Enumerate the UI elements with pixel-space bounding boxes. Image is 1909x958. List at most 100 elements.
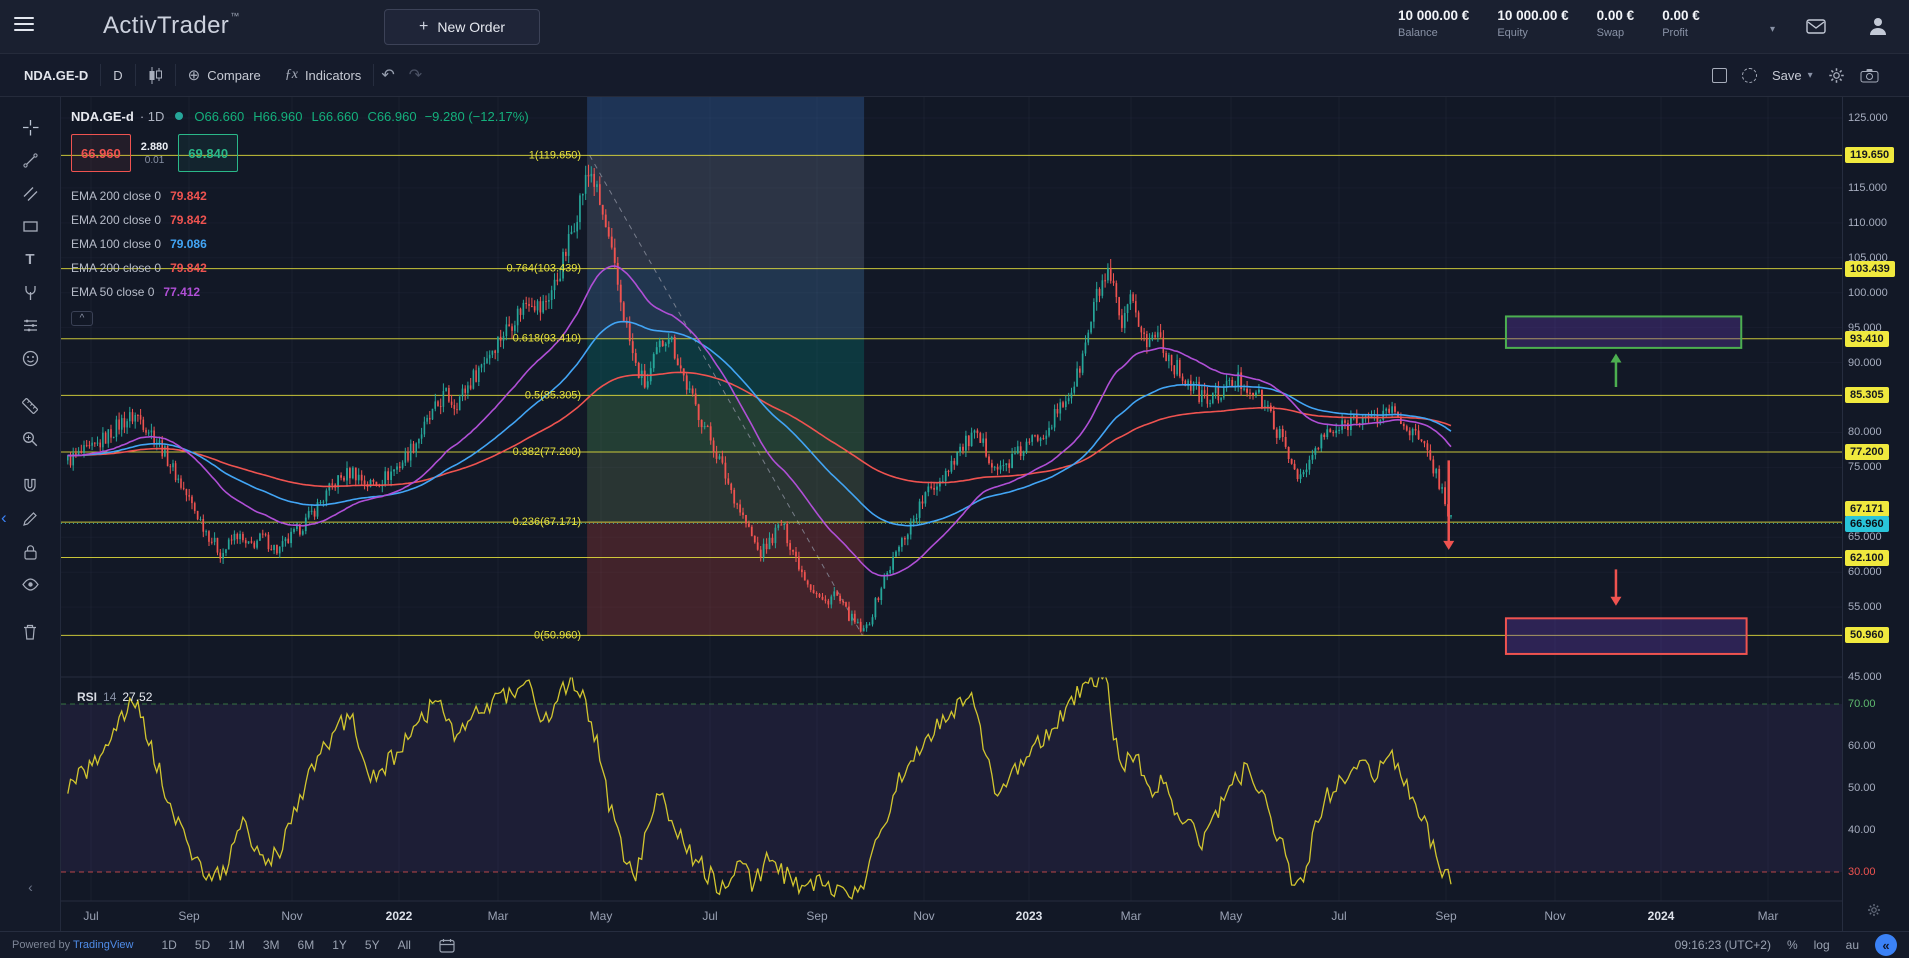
- price-axis-label: 93.410: [1845, 331, 1889, 347]
- range-5y[interactable]: 5Y: [357, 936, 388, 954]
- undo-icon[interactable]: ↶: [374, 65, 401, 85]
- panel-expand-icon[interactable]: «: [1875, 934, 1897, 956]
- pencil-icon: [22, 511, 38, 527]
- remove-drawings-tool[interactable]: [10, 615, 50, 648]
- balance-label: Balance: [1398, 27, 1469, 39]
- emoji-tool[interactable]: [10, 342, 50, 375]
- lock-drawings-tool[interactable]: [10, 535, 50, 568]
- range-1d[interactable]: 1D: [154, 936, 185, 954]
- crosshair-icon: [22, 119, 39, 136]
- parallel-channel-tool[interactable]: [10, 177, 50, 210]
- price-axis-label: 80.000: [1848, 424, 1882, 440]
- open-value: O66.660: [194, 109, 244, 124]
- indicators-button[interactable]: ƒx Indicators: [273, 61, 374, 89]
- new-order-button[interactable]: + New Order: [384, 9, 540, 45]
- panel-collapse-chevron-icon[interactable]: ‹: [1, 508, 7, 528]
- tradingview-link[interactable]: TradingView: [73, 939, 134, 951]
- indicator-row[interactable]: EMA 100 close 0 79.086: [71, 232, 529, 256]
- swap-group: 0.00 € Swap: [1597, 8, 1635, 39]
- magnet-tool[interactable]: [10, 469, 50, 502]
- price-levels-tool[interactable]: [10, 309, 50, 342]
- camera-snapshot-icon[interactable]: [1860, 68, 1879, 83]
- symbol-search-button[interactable]: NDA.GE-D: [12, 61, 100, 89]
- parallel-channel-icon: [22, 185, 39, 202]
- indicator-row[interactable]: EMA 50 close 0 77.412: [71, 280, 529, 304]
- timeframe-button[interactable]: D: [101, 61, 134, 89]
- measure-tool[interactable]: [10, 389, 50, 422]
- time-axis-label: Sep: [178, 909, 200, 923]
- buy-price-button[interactable]: 69.840: [178, 134, 238, 172]
- mail-icon[interactable]: [1806, 19, 1826, 34]
- axis-settings-gear-icon[interactable]: [1867, 903, 1881, 917]
- chart-style-button[interactable]: [136, 61, 175, 89]
- price-axis-label: 103.439: [1845, 261, 1895, 277]
- price-axis-label: 45.000: [1848, 669, 1882, 685]
- bottom-bar: Powered by TradingView 1D 5D 1M 3M 6M 1Y…: [0, 931, 1909, 958]
- log-scale-button[interactable]: log: [1814, 938, 1830, 952]
- trend-line-tool[interactable]: [10, 144, 50, 177]
- magnet-icon: [22, 478, 38, 494]
- indicator-row[interactable]: EMA 200 close 0 79.842: [71, 184, 529, 208]
- range-all[interactable]: All: [390, 936, 419, 954]
- text-tool[interactable]: T: [10, 243, 50, 276]
- legend-timeframe: · 1D: [140, 109, 165, 124]
- swap-label: Swap: [1597, 27, 1635, 39]
- cloud-save-icon[interactable]: [1742, 68, 1757, 83]
- time-axis-label: Nov: [1544, 909, 1565, 923]
- range-5d[interactable]: 5D: [187, 936, 218, 954]
- redo-icon[interactable]: ↷: [402, 65, 429, 85]
- legend-collapse-button[interactable]: ^: [71, 311, 93, 326]
- zoom-tool[interactable]: [10, 422, 50, 455]
- range-1y[interactable]: 1Y: [324, 936, 355, 954]
- settings-gear-icon[interactable]: [1828, 67, 1845, 84]
- auto-scale-button[interactable]: au: [1846, 938, 1859, 952]
- spread-step: 0.01: [145, 155, 164, 166]
- hide-drawings-tool[interactable]: [10, 568, 50, 601]
- user-avatar-icon[interactable]: [1866, 14, 1890, 38]
- time-axis-label: Nov: [913, 909, 934, 923]
- time-axis-label: 2023: [1016, 909, 1043, 923]
- function-icon: ƒx: [285, 67, 298, 83]
- rsi-legend[interactable]: RSI 14 27.52: [77, 690, 152, 704]
- range-6m[interactable]: 6M: [290, 936, 323, 954]
- change-value: −9.280 (−12.17%): [425, 109, 529, 124]
- draw-tool[interactable]: [10, 502, 50, 535]
- compare-button[interactable]: ⊕ Compare: [176, 61, 273, 89]
- price-axis-label: 62.100: [1845, 550, 1889, 566]
- account-dropdown-caret-icon[interactable]: ▾: [1770, 24, 1775, 35]
- chart-legend: NDA.GE-d · 1D O66.660 H66.960 L66.660 C6…: [71, 107, 529, 326]
- profit-group: 0.00 € Profit: [1662, 8, 1700, 39]
- account-summary: 10 000.00 € Balance 10 000.00 € Equity 0…: [1398, 8, 1700, 39]
- save-caret-icon[interactable]: ▾: [1808, 70, 1813, 81]
- indicator-row[interactable]: EMA 200 close 0 79.842: [71, 208, 529, 232]
- rectangle-tool[interactable]: [10, 210, 50, 243]
- time-axis-label: Nov: [281, 909, 302, 923]
- lock-icon: [23, 544, 38, 560]
- range-3m[interactable]: 3M: [255, 936, 288, 954]
- session-clock[interactable]: 09:16:23 (UTC+2): [1675, 938, 1771, 952]
- sell-price-button[interactable]: 66.960: [71, 134, 131, 172]
- candlestick-icon: [148, 67, 163, 84]
- time-axis-label: Jul: [1331, 909, 1346, 923]
- percent-scale-button[interactable]: %: [1787, 938, 1798, 952]
- fib-ratio-label: 0.236(67.171): [513, 516, 582, 528]
- layout-grid-icon[interactable]: [1712, 68, 1727, 83]
- time-axis-label: Jul: [702, 909, 717, 923]
- sidebar-collapse-chevron-icon[interactable]: ‹: [0, 879, 61, 895]
- price-axis[interactable]: 125.000115.000110.000105.000100.00095.00…: [1842, 97, 1909, 931]
- save-button[interactable]: Save: [1772, 68, 1802, 83]
- pitchfork-tool[interactable]: [10, 276, 50, 309]
- range-1m[interactable]: 1M: [220, 936, 253, 954]
- spread-box: 2.880 0.01: [135, 134, 175, 172]
- menu-icon[interactable]: [14, 17, 36, 37]
- indicator-legend: EMA 200 close 0 79.842 EMA 200 close 0 7…: [71, 184, 529, 304]
- legend-symbol[interactable]: NDA.GE-d: [71, 109, 134, 124]
- indicator-row[interactable]: EMA 200 close 0 79.842: [71, 256, 529, 280]
- time-axis-label: Mar: [488, 909, 509, 923]
- price-axis-label: 65.000: [1848, 529, 1882, 545]
- price-axis-label: 70.00: [1848, 696, 1876, 712]
- app-logo: ActivTrader™: [103, 11, 240, 40]
- trend-line-icon: [22, 152, 39, 169]
- goto-date-icon[interactable]: [439, 938, 455, 953]
- crosshair-tool[interactable]: [10, 111, 50, 144]
